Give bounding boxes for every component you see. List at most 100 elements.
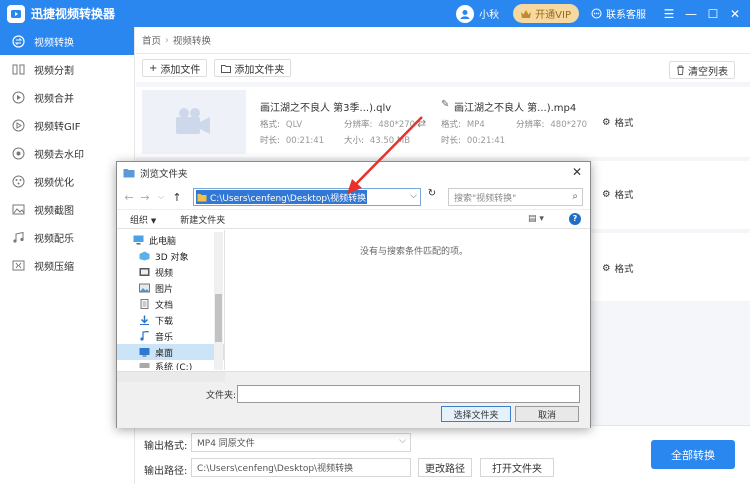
sidebar: 视频转换 视频分割 视频合并 视频转GIF 视频去水印 视频优化 视频截图 视频… (0, 27, 135, 484)
gif-icon (12, 119, 25, 132)
output-path-input[interactable]: C:\Users\cenfeng\Desktop\视频转换 (191, 458, 411, 477)
tree-item-downloads[interactable]: 下载 (117, 312, 224, 328)
toolbar: + 添加文件 添加文件夹 (136, 54, 750, 82)
output-format-select[interactable]: MP4 同原文件 ⌵ (191, 433, 411, 452)
meta-label: 时长: (441, 136, 461, 146)
tree-item-desktop[interactable]: 桌面 (117, 344, 224, 360)
meta-label: 格式: (441, 120, 461, 130)
chevron-down-icon: ▼ (150, 216, 157, 225)
tree-item-label: 此电脑 (149, 236, 177, 247)
tree-item-pictures[interactable]: 图片 (117, 280, 224, 296)
view-options-icon[interactable]: ▤ ▾ (528, 214, 544, 224)
refresh-icon[interactable]: ↻ (425, 188, 439, 206)
sidebar-item-split[interactable]: 视频分割 (0, 55, 134, 83)
forward-arrow-icon[interactable]: → (137, 191, 153, 204)
edit-icon[interactable]: ✎ (441, 99, 449, 110)
desktop-folder-icon (139, 348, 150, 357)
address-bar[interactable]: C:\Users\cenfeng\Desktop\视频转换 ⌵ (193, 188, 421, 206)
cancel-button[interactable]: 取消 (515, 406, 579, 422)
tree-horizontal-scrollbar[interactable] (117, 372, 225, 382)
source-resolution: 分辨率: 480*270 (344, 118, 415, 130)
file-card: 画江湖之不良人 第3季...).qlv 格式: QLV 分辨率: 480*270 时… (136, 87, 750, 157)
select-folder-button[interactable]: 选择文件夹 (441, 406, 511, 422)
close-icon[interactable]: ✕ (724, 7, 746, 21)
format-label: 格式 (614, 190, 634, 201)
app-title: 迅捷视频转换器 (31, 7, 116, 21)
tree-item-music[interactable]: 音乐 (117, 328, 224, 344)
tree-item-label: 文档 (155, 300, 174, 311)
sidebar-item-label: 视频压缩 (34, 261, 74, 273)
source-duration: 时长: 00:21:41 (260, 134, 324, 146)
folder-icon (123, 169, 135, 178)
up-arrow-icon[interactable]: ↑ (169, 191, 185, 204)
open-folder-button[interactable]: 打开文件夹 (480, 458, 554, 477)
crown-icon (521, 9, 532, 18)
music-folder-icon (140, 331, 149, 341)
menu-icon[interactable]: ☰ (658, 7, 680, 21)
folder-tree: 此电脑 3D 对象 视频 图片 文档 下载 音乐 桌面 系统 (C:) (117, 230, 225, 370)
new-folder-button[interactable]: 新建文件夹 (180, 213, 225, 226)
meta-value: 00:21:41 (466, 136, 506, 146)
tree-item-label: 下载 (155, 316, 174, 327)
format-label: 格式 (614, 264, 634, 275)
tree-item-label: 视频 (155, 268, 174, 279)
minimize-icon[interactable]: — (680, 7, 702, 21)
video-camera-icon (176, 108, 210, 134)
change-path-button[interactable]: 更改路径 (418, 458, 472, 477)
format-button[interactable]: ⚙ 格式 (602, 261, 634, 276)
format-button[interactable]: ⚙ 格式 (602, 187, 634, 202)
source-file-name: 画江湖之不良人 第3季...).qlv (260, 103, 392, 114)
tree-item-videos[interactable]: 视频 (117, 264, 224, 280)
add-file-button[interactable]: + 添加文件 (142, 59, 208, 77)
search-input[interactable]: 搜索"视频转换" ⌕ (448, 188, 583, 206)
breadcrumb-home[interactable]: 首页 (142, 33, 161, 47)
tree-item-label: 系统 (C:) (155, 363, 193, 370)
add-folder-button[interactable]: 添加文件夹 (214, 59, 292, 77)
folder-input[interactable] (237, 385, 580, 403)
add-folder-label: 添加文件夹 (234, 64, 285, 76)
sidebar-item-merge[interactable]: 视频合并 (0, 83, 134, 111)
sidebar-item-optimize[interactable]: 视频优化 (0, 167, 134, 195)
drive-icon (139, 363, 150, 368)
address-selection: C:\Users\cenfeng\Desktop\视频转换 (196, 190, 368, 204)
sidebar-item-compress[interactable]: 视频压缩 (0, 251, 134, 279)
sidebar-item-music[interactable]: 视频配乐 (0, 223, 134, 251)
organize-button[interactable]: 组织 ▼ (130, 213, 156, 226)
sidebar-item-screenshot[interactable]: 视频截图 (0, 195, 134, 223)
search-placeholder: 搜索"视频转换" (454, 193, 517, 204)
clear-list-button[interactable]: 清空列表 (669, 61, 735, 79)
tree-item-3d-objects[interactable]: 3D 对象 (117, 248, 224, 264)
target-resolution: 分辨率: 480*270 (516, 118, 587, 130)
sidebar-item-convert[interactable]: 视频转换 (0, 27, 134, 55)
address-dropdown-icon[interactable]: ⌵ (410, 191, 417, 201)
recent-dropdown-icon[interactable]: ⌵ (153, 192, 169, 202)
folder-label: 文件夹: (206, 391, 237, 401)
chevron-down-icon: ⌵ (399, 436, 406, 446)
clear-list-label: 清空列表 (688, 66, 728, 78)
sidebar-item-watermark[interactable]: 视频去水印 (0, 139, 134, 167)
meta-value: 00:21:41 (285, 136, 325, 146)
tree-item-documents[interactable]: 文档 (117, 296, 224, 312)
dialog-close-icon[interactable]: ✕ (572, 165, 582, 179)
computer-icon (133, 235, 144, 245)
breadcrumb: 首页 › 视频转换 (136, 27, 750, 54)
help-icon[interactable]: ? (569, 213, 581, 225)
format-button[interactable]: ⚙ 格式 (602, 115, 634, 130)
user-avatar-icon[interactable] (456, 4, 475, 23)
output-format-label: 输出格式: (144, 441, 188, 452)
support-button[interactable]: 联系客服 (591, 6, 646, 21)
sidebar-item-gif[interactable]: 视频转GIF (0, 111, 134, 139)
3d-objects-icon (139, 251, 150, 261)
tree-item-this-pc[interactable]: 此电脑 (117, 232, 224, 248)
convert-all-button[interactable]: 全部转换 (651, 440, 735, 469)
username[interactable]: 小秋 (479, 6, 499, 21)
trash-icon (677, 65, 684, 75)
vip-button[interactable]: 开通VIP (513, 4, 579, 23)
meta-value: 480*270 (378, 120, 416, 130)
back-arrow-icon[interactable]: ← (121, 191, 137, 204)
maximize-icon[interactable]: ☐ (702, 7, 724, 21)
tree-item-system-drive[interactable]: 系统 (C:) (117, 360, 224, 370)
tree-scrollbar-thumb[interactable] (215, 294, 222, 342)
optimize-icon (12, 175, 25, 188)
output-path-value: C:\Users\cenfeng\Desktop\视频转换 (197, 464, 354, 474)
